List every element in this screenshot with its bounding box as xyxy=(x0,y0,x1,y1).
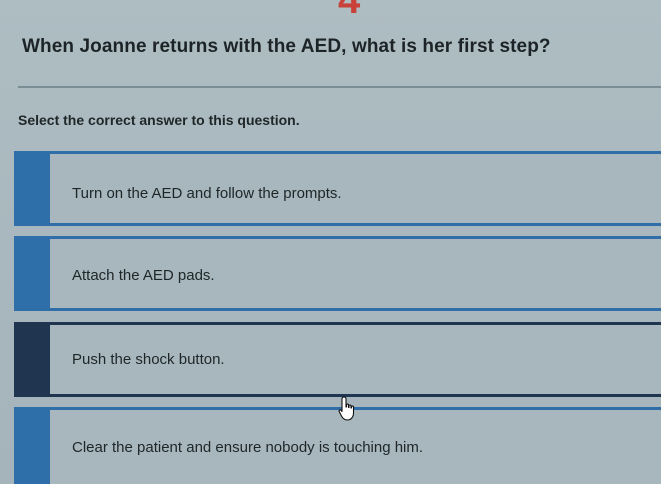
answer-option-label: Attach the AED pads. xyxy=(72,267,215,284)
answer-option-label: Push the shock button. xyxy=(72,351,225,368)
option-accent-bar xyxy=(14,410,50,484)
answer-option-label: Clear the patient and ensure nobody is t… xyxy=(72,439,424,456)
answer-option-3[interactable]: Push the shock button. xyxy=(14,322,661,397)
question-number: 4 xyxy=(338,0,384,22)
question-title: When Joanne returns with the AED, what i… xyxy=(22,36,551,57)
answer-option-1[interactable]: Turn on the AED and follow the prompts. xyxy=(14,151,661,226)
option-accent-bar xyxy=(14,325,50,394)
instruction-text: Select the correct answer to this questi… xyxy=(18,112,300,128)
answer-option-2[interactable]: Attach the AED pads. xyxy=(14,236,661,311)
answer-option-label: Turn on the AED and follow the prompts. xyxy=(72,185,342,202)
question-number-text: 4 xyxy=(338,0,361,22)
divider xyxy=(18,86,661,88)
hand-pointer-icon xyxy=(338,396,360,422)
option-accent-bar xyxy=(14,239,50,308)
option-accent-bar xyxy=(14,154,50,223)
